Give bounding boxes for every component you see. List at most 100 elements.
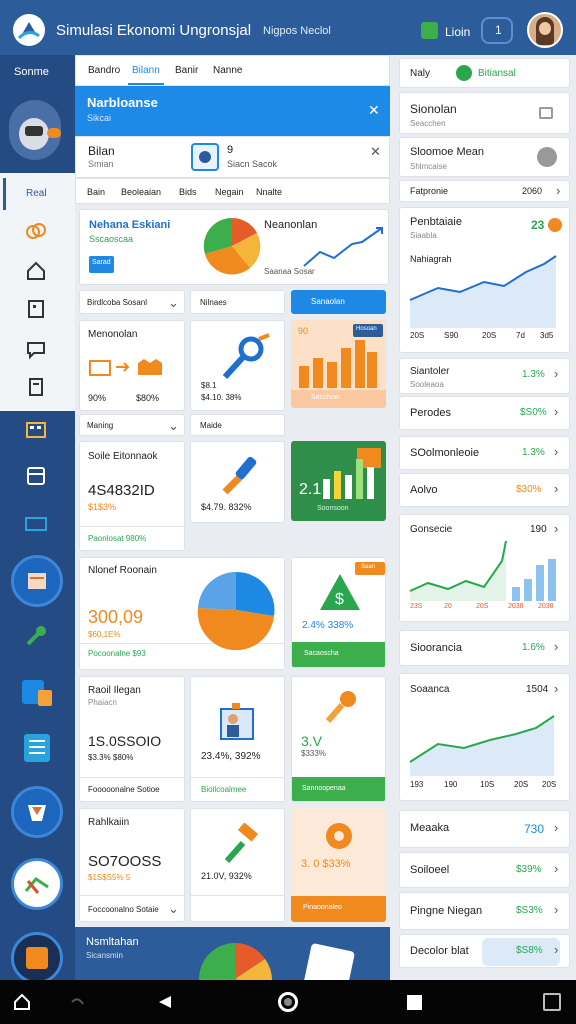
files-icon[interactable] [20,676,56,710]
tab-bilann[interactable]: Bilann [132,65,160,76]
right-chart-2[interactable]: Gonsecie 190 › 23S 20 20S 2038 2038 [399,514,570,622]
cash-icon[interactable] [22,510,50,538]
right-row-1[interactable]: Sionolan Seacchen [399,92,570,134]
tab-banir[interactable]: Banir [175,65,198,76]
home-icon[interactable] [13,993,31,1011]
close-icon[interactable]: ✕ [368,102,380,119]
toggle-icon[interactable] [537,147,557,167]
overview-card[interactable]: Nehana Eskiani Sscaoscaa Sarad Neanonlan… [79,209,389,285]
key-tile[interactable]: 3.V $333% Sannoopenaa [291,676,386,802]
chevron-right-icon: › [554,820,559,835]
bar-chart [299,340,377,388]
app-icon [191,143,219,171]
right-row-2[interactable]: Sloomoe Mean Shlmcaise [399,137,570,177]
building-icon[interactable] [22,295,50,323]
right-row-6[interactable]: SOolmonleoie 1.3% › [399,436,570,470]
chat-icon[interactable] [22,335,50,363]
right-row-9[interactable]: Meaaka 730 › [399,810,570,848]
blue-banner: Narbloanse Sikcai ✕ [75,86,390,136]
coins-icon[interactable] [22,218,50,246]
sidebar-header[interactable]: Sonme [14,66,49,78]
bag-button[interactable] [11,786,63,838]
wallet-button[interactable] [11,932,63,984]
chevron-down-icon: ⌄ [168,295,179,310]
recents-icon[interactable] [407,995,422,1010]
bottom-panel[interactable]: Nsmltahan Sicansmin [75,927,390,980]
select-dropdown[interactable]: Birdlcoba Sosanl ⌄ [79,290,185,314]
expand-icon[interactable] [543,993,561,1011]
search-card[interactable]: Bilan Smian 9 Siacn Sacok ✕ [75,136,390,178]
resource-card[interactable]: Rahlkaiin SO7OOSS $1S$S5% 5 Foccoonalno … [79,808,185,922]
line-chart [303,227,383,267]
right-row-5[interactable]: Perodes $S0% › [399,396,570,430]
search-stat1: 9 [227,144,234,156]
svg-text:$: $ [335,591,344,608]
money-card[interactable]: Nlonef Roonain 300,09 $60,1E% Pocoonalne… [79,557,285,670]
overview-button[interactable]: Sarad [89,256,114,273]
document-icon[interactable] [22,373,50,401]
sidebar-item-real[interactable]: Real [26,188,47,199]
bar-tile-green[interactable]: 2.1 Soonsoon [291,441,386,521]
filter-field-2[interactable]: Maide [190,414,285,436]
login-label[interactable]: Lioin [445,25,470,39]
right-chart-1[interactable]: Penbtaiaie Siaabla 23 Nahiagrah 20S S90 … [399,207,570,353]
gear-icon [326,823,352,849]
chevron-right-icon: › [556,183,561,198]
hammer-card[interactable]: 21.0V, 932% [190,808,285,922]
mascot-avatar[interactable] [9,100,61,160]
wrench-icon[interactable] [22,622,50,650]
tab-bandro[interactable]: Bandro [88,65,120,76]
chevron-right-icon: › [554,942,559,957]
right-row-12[interactable]: Decolor blat $S8% › [399,934,570,968]
main-tab-bar: Bandro Bilann Banir Nanne [75,55,390,86]
gear-tile[interactable]: 3. 0 $33% Pinaoonaleo [291,808,386,922]
right-row-10[interactable]: Soiloeel $39% › [399,852,570,888]
tab-naly[interactable]: Naly [410,68,430,79]
shop-button[interactable] [11,555,63,607]
region-card[interactable]: Raoil Ilegan Phaiacn 1S.0SSOIO $3.3% $80… [79,676,185,802]
home-icon[interactable] [22,257,50,285]
tab-bitiansal[interactable]: Bitiansal [478,68,516,79]
select-dropdown-2[interactable]: Maning ⌄ [79,414,185,436]
dollar-triangle-icon: $ [320,574,360,610]
chart-button[interactable] [11,858,63,910]
chevron-right-icon: › [554,404,559,419]
right-row-11[interactable]: Pingne Niegan $S3% › [399,892,570,930]
right-row-7[interactable]: Aolvo $30% › [399,473,570,507]
tab-nanne[interactable]: Nanne [213,65,242,76]
card-icon[interactable] [22,462,50,490]
primary-button[interactable]: Sanaolan [291,290,386,314]
undo-icon[interactable] [68,994,86,1012]
line-chart [409,255,557,328]
economy-card[interactable]: Soile Eitonnaok 4S4832ID $1$3% Paonlosat… [79,441,185,551]
subtab-beoleaian[interactable]: Beoleaian [121,187,161,197]
overview-side-sub: Saanaa Sosar [264,267,315,276]
user-avatar[interactable] [527,12,563,48]
lock-icon [539,107,553,119]
home-circle-icon[interactable] [278,992,298,1012]
dollar-tile[interactable]: Saan $ 2.4% 338% Sacaoscha [291,557,386,668]
workers-card[interactable]: 23.4%, 392% Bioilcoalmee ⌄ [190,676,285,802]
right-row-3[interactable]: Fatpronie 2060 › [399,180,570,202]
subtab-bids[interactable]: Bids [179,187,197,197]
tool-card[interactable]: $4.79. 832% [190,441,285,523]
trade-card[interactable]: Menonolan 90% $80% [79,320,185,411]
subtab-bain[interactable]: Bain [87,187,105,197]
right-row-4[interactable]: Siantoler Sooleaoa 1.3% › [399,358,570,394]
right-row-8[interactable]: Sioorancia 1.6% › [399,630,570,666]
subtab-nnalte[interactable]: Nnalte [256,187,282,197]
hammer-icon [224,823,259,863]
grid-icon[interactable] [22,417,50,445]
right-tabs: Naly Bitiansal [399,58,570,88]
close-icon[interactable]: ✕ [370,144,381,160]
filter-field[interactable]: Nilnaes [190,290,285,314]
back-icon[interactable] [157,994,173,1010]
notification-badge[interactable]: 1 [481,17,513,44]
bar-tile-orange[interactable]: 90 Hosoan Sacohian [291,320,386,408]
subtab-negain[interactable]: Negain [215,187,244,197]
link-card[interactable]: $8.1 $4.10. 38% [190,320,285,411]
key-icon [325,691,356,723]
app-logo-icon[interactable] [13,14,45,46]
right-chart-3[interactable]: Soaanca 1504 › 193 190 10S 20S 20S [399,673,570,801]
notes-icon[interactable] [22,732,52,764]
